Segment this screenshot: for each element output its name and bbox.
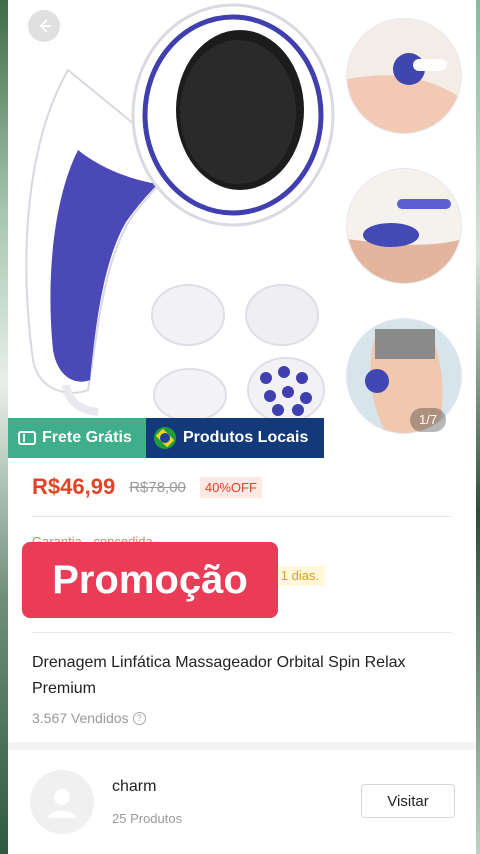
product-page: 1/7 Frete Grátis Produtos Locais R$46,99…	[8, 0, 476, 854]
discount-badge: 40%OFF	[199, 476, 262, 498]
ticket-icon	[18, 431, 36, 445]
image-page-indicator: 1/7	[410, 408, 447, 432]
divider	[32, 516, 452, 517]
shipping-badges: Frete Grátis Produtos Locais	[8, 418, 324, 458]
original-price: R$78,00	[129, 478, 186, 496]
sold-count: 3.567 Vendidos ?	[32, 710, 146, 726]
visit-shop-button[interactable]: Visitar	[361, 784, 455, 818]
free-shipping-badge: Frete Grátis	[8, 418, 146, 458]
user-avatar-icon	[48, 789, 76, 818]
current-price: R$46,99	[32, 474, 116, 499]
local-products-label: Produtos Locais	[183, 429, 309, 446]
shop-avatar[interactable]	[30, 770, 94, 834]
product-image	[25, 3, 335, 418]
shop-product-count: 25 Produtos	[112, 811, 183, 826]
question-circle-icon[interactable]: ?	[132, 711, 146, 725]
thumbnail-2[interactable]	[346, 168, 462, 284]
divider	[32, 632, 452, 633]
thumbnail-list	[346, 18, 464, 468]
sold-count-label: 3.567 Vendidos	[32, 710, 129, 726]
product-title: Drenagem Linfática Massageador Orbital S…	[32, 654, 406, 697]
shop-name[interactable]: charm	[112, 778, 156, 796]
local-products-badge: Produtos Locais	[146, 418, 324, 458]
free-shipping-label: Frete Grátis	[42, 429, 132, 446]
brazil-flag-icon	[154, 427, 176, 449]
price-row: R$46,99 R$78,00 40%OFF	[32, 474, 262, 500]
arrow-left-icon	[39, 19, 51, 33]
thumbnail-1[interactable]	[346, 18, 462, 134]
product-image-gallery[interactable]: 1/7 Frete Grátis Produtos Locais	[8, 0, 476, 458]
section-gap	[8, 742, 476, 750]
promo-banner: Promoção	[22, 542, 278, 618]
back-button[interactable]	[28, 10, 60, 42]
